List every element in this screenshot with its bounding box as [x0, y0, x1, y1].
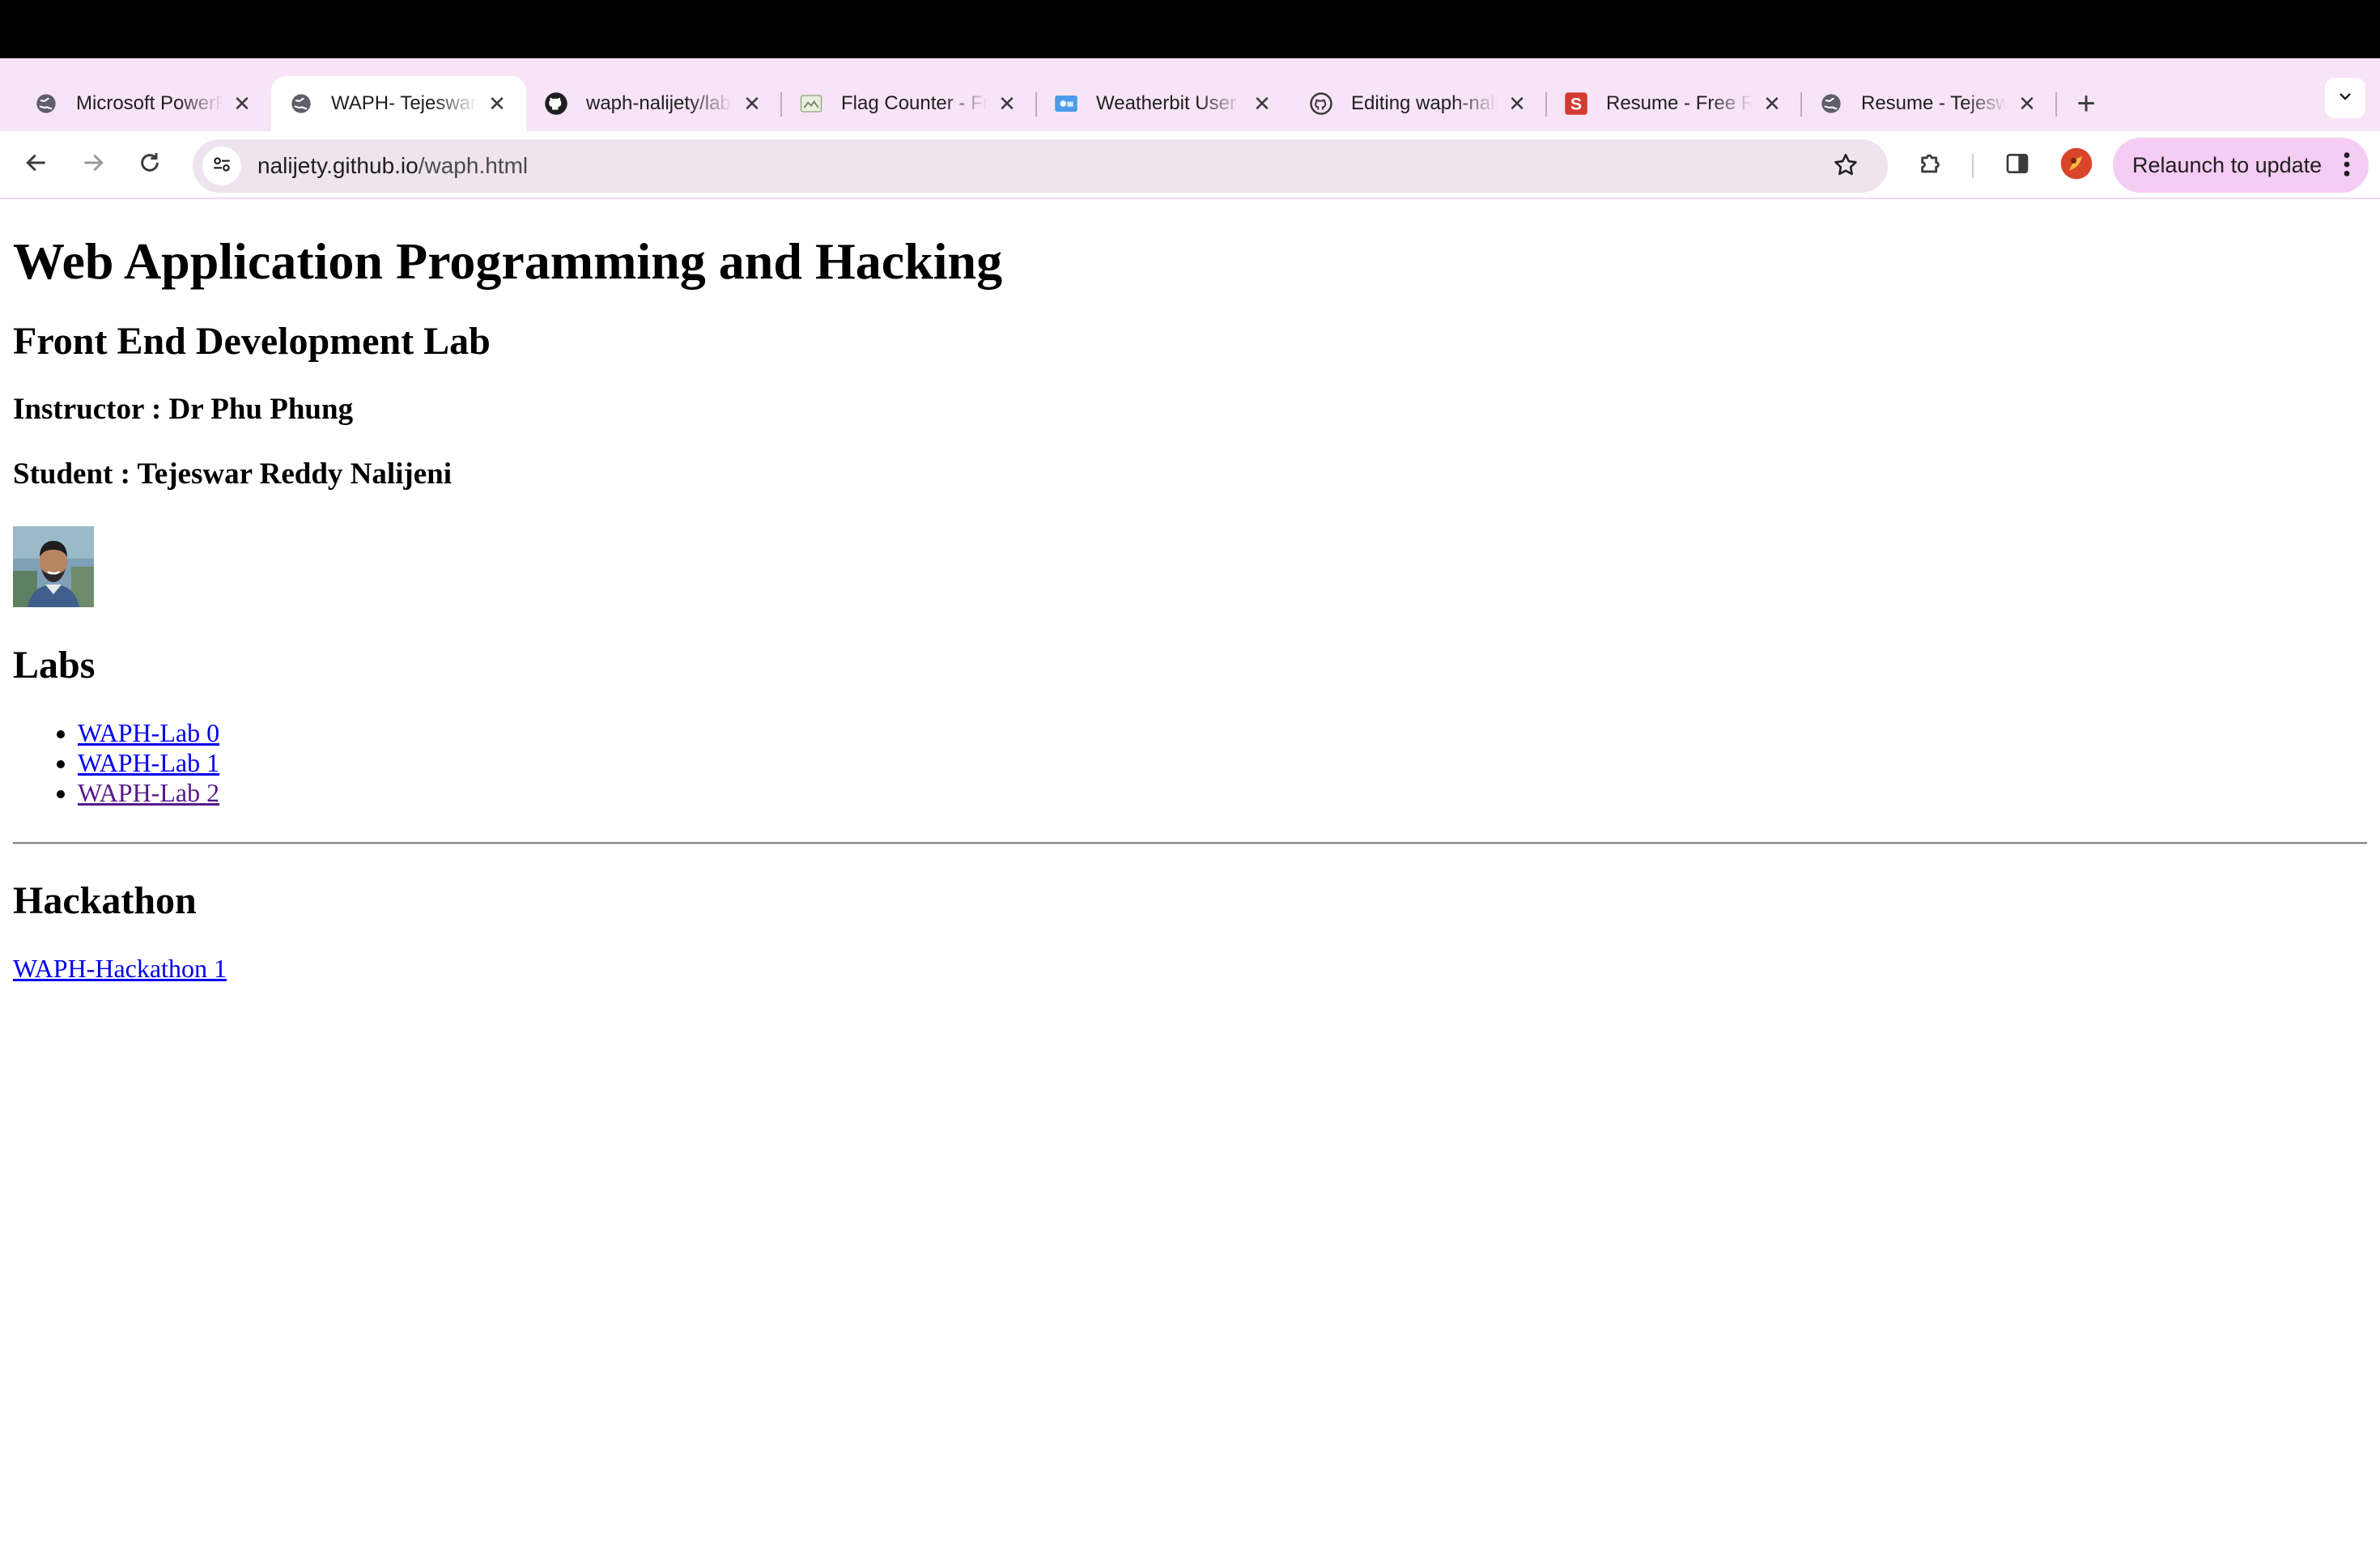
tab-title: Microsoft PowerPoint — [76, 92, 223, 114]
tab-resume-tejeswar[interactable]: Resume - Tejeswar ✕ — [1801, 76, 2057, 131]
page-subtitle: Front End Development Lab — [13, 319, 491, 363]
close-icon[interactable]: ✕ — [1251, 91, 1273, 116]
toolbar-divider — [1972, 154, 1974, 178]
tab-weatherbit[interactable]: Weatherbit User ✕ — [1036, 76, 1291, 131]
tab-waph-tejeswar[interactable]: WAPH- Tejeswar Reddy ✕ — [271, 76, 526, 131]
tab-strip: Microsoft PowerPoint ✕ WAPH- Tejeswar Re… — [0, 58, 2380, 131]
side-panel-icon — [2004, 151, 2030, 181]
profile-button[interactable] — [2056, 145, 2097, 185]
extensions-button[interactable] — [1911, 145, 1952, 185]
labs-heading: Labs — [13, 643, 96, 687]
close-icon[interactable]: ✕ — [231, 91, 253, 116]
close-icon[interactable]: ✕ — [1761, 91, 1783, 116]
new-tab-button[interactable]: + — [2066, 83, 2106, 124]
arrow-right-icon — [80, 150, 106, 180]
browser-toolbar: nalijety.github.io/waph.html Relaunch to… — [0, 131, 2380, 199]
screen-top-bar — [0, 0, 2380, 58]
list-item: WAPH-Lab 2 — [78, 778, 2367, 808]
close-icon[interactable]: ✕ — [1506, 91, 1528, 116]
tune-icon — [211, 154, 232, 179]
lab-link-0[interactable]: WAPH-Lab 0 — [78, 718, 219, 747]
avatar — [2059, 147, 2093, 185]
tab-title: waph-nalijety/labs — [586, 92, 733, 114]
tab-editing-waph-nalijety[interactable]: Editing waph-nalijety ✕ — [1291, 76, 1547, 131]
reload-button[interactable] — [130, 144, 170, 185]
back-button[interactable] — [16, 144, 57, 185]
tab-title: WAPH- Tejeswar Reddy — [331, 92, 478, 114]
list-item: WAPH-Lab 0 — [78, 718, 2367, 748]
puzzle-icon — [1918, 150, 1945, 181]
bookmark-button[interactable] — [1828, 149, 1864, 185]
list-item: WAPH-Lab 1 — [78, 748, 2367, 778]
hackathon-list: WAPH-Hackathon 1 — [13, 954, 2367, 984]
url-host: nalijety.github.io — [257, 153, 419, 178]
student-heading: Student : Tejeswar Reddy Nalijeni — [13, 457, 453, 491]
lab-link-2[interactable]: WAPH-Lab 2 — [78, 778, 219, 807]
globe-icon — [289, 91, 313, 116]
side-panel-button[interactable] — [1997, 145, 2038, 185]
github-icon — [1309, 91, 1333, 116]
globe-icon — [1819, 91, 1843, 116]
list-item: WAPH-Hackathon 1 — [13, 954, 2367, 984]
tab-flag-counter[interactable]: Flag Counter - Free ✕ — [781, 76, 1037, 131]
page-content: Web Application Programming and Hacking … — [0, 232, 2380, 984]
close-icon[interactable]: ✕ — [2016, 91, 2038, 116]
hackathon-heading: Hackathon — [13, 879, 197, 923]
lab-link-1[interactable]: WAPH-Lab 1 — [78, 748, 219, 777]
instructor-heading: Instructor : Dr Phu Phung — [13, 392, 354, 426]
forward-button[interactable] — [73, 144, 113, 185]
relaunch-label: Relaunch to update — [2132, 152, 2323, 177]
divider — [13, 842, 2367, 845]
star-icon — [1832, 151, 1859, 183]
relaunch-button[interactable]: Relaunch to update — [2113, 138, 2369, 193]
tab-separator — [2055, 92, 2057, 117]
svg-text:S: S — [1570, 95, 1582, 114]
globe-icon — [34, 91, 58, 116]
reload-icon — [137, 150, 163, 180]
flag-counter-icon — [799, 91, 823, 116]
address-bar[interactable]: nalijety.github.io/waph.html — [193, 139, 1888, 193]
tab-microsoft-powerpoint[interactable]: Microsoft PowerPoint ✕ — [16, 76, 271, 131]
tab-title: Resume - Free Resume — [1606, 92, 1753, 114]
site-info-button[interactable] — [202, 147, 241, 185]
close-icon[interactable]: ✕ — [996, 91, 1018, 116]
close-icon[interactable]: ✕ — [486, 91, 508, 116]
labs-list: WAPH-Lab 0 WAPH-Lab 1 WAPH-Lab 2 — [13, 718, 2367, 808]
chevron-down-icon — [2335, 87, 2355, 110]
close-icon[interactable]: ✕ — [741, 91, 763, 116]
tab-title: Weatherbit User — [1096, 92, 1236, 114]
more-vert-icon[interactable] — [2343, 151, 2351, 184]
tab-title: Resume - Tejeswar — [1861, 92, 2008, 114]
url-path: /waph.html — [418, 153, 529, 178]
github-icon — [544, 91, 568, 116]
tab-title: Flag Counter - Free — [841, 92, 988, 114]
resume-s-icon: S — [1564, 91, 1588, 116]
hackathon-link-1[interactable]: WAPH-Hackathon 1 — [13, 954, 227, 983]
page-title: Web Application Programming and Hacking — [13, 232, 1003, 290]
tab-resume-free[interactable]: S Resume - Free Resume ✕ — [1546, 76, 1802, 131]
student-photo — [13, 525, 94, 607]
url-text[interactable]: nalijety.github.io/waph.html — [257, 153, 528, 179]
arrow-left-icon — [23, 150, 49, 180]
tab-search-button[interactable] — [2325, 78, 2365, 118]
tab-title: Editing waph-nalijety — [1351, 92, 1498, 114]
weatherbit-icon — [1054, 91, 1078, 116]
tab-waph-nalijety-labs[interactable]: waph-nalijety/labs ✕ — [526, 76, 782, 131]
